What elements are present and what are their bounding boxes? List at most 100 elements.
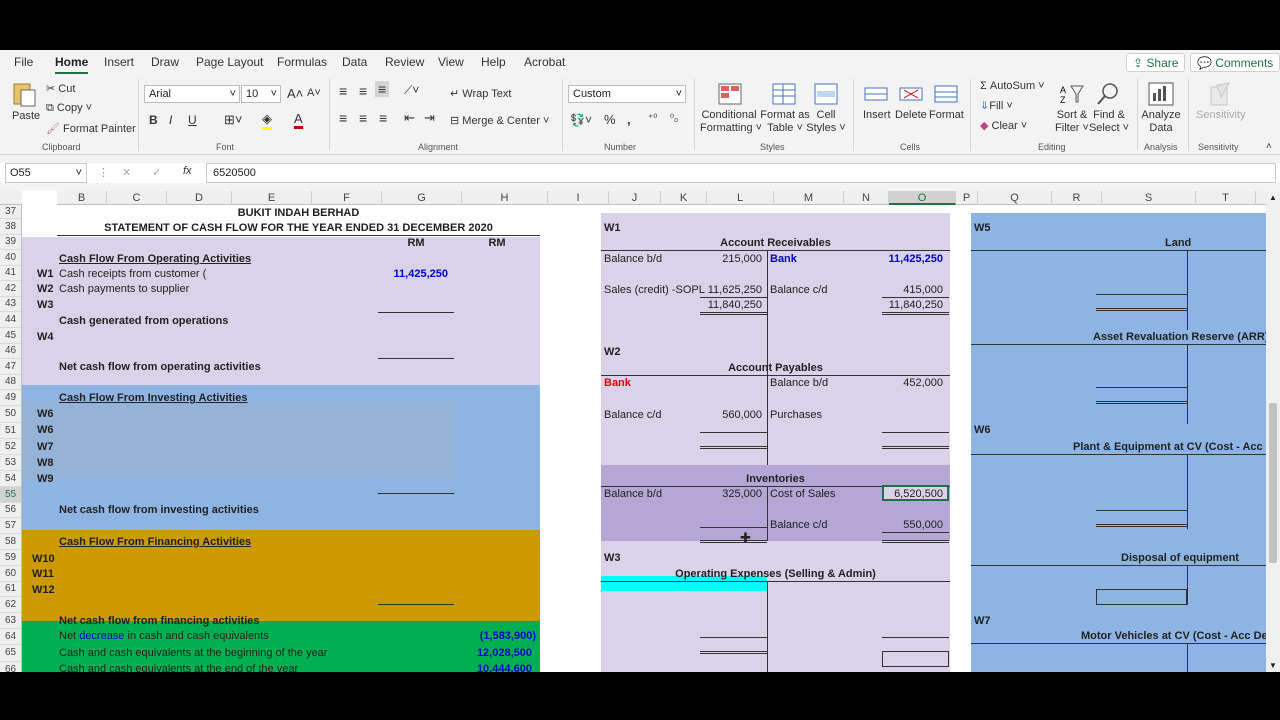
tab-file[interactable]: File <box>14 55 33 69</box>
row-header[interactable]: 37 <box>0 205 21 219</box>
cut-button[interactable]: ✂ Cut <box>46 82 75 95</box>
row-header[interactable]: 39 <box>0 235 21 250</box>
increase-indent-icon[interactable]: ⇥ <box>424 110 435 126</box>
row-header[interactable]: 62 <box>0 597 21 613</box>
column-header[interactable]: B <box>57 191 107 205</box>
row-header[interactable]: 50 <box>0 406 21 423</box>
column-header[interactable]: J <box>609 191 661 205</box>
cell-styles-button[interactable]: Cell Styles ˅ <box>806 109 846 135</box>
decrease-decimal-icon[interactable]: ⁰₀ <box>670 113 678 124</box>
font-size-select[interactable]: 10 ˅ <box>241 85 281 103</box>
cancel-icon[interactable]: ✕ <box>122 166 131 179</box>
row-header[interactable]: 53 <box>0 455 21 471</box>
row-header[interactable]: 51 <box>0 423 21 439</box>
format-cells-icon[interactable] <box>932 81 960 107</box>
column-header[interactable]: M <box>774 191 844 205</box>
decrease-indent-icon[interactable]: ⇤ <box>404 110 415 126</box>
row-header[interactable]: 38 <box>0 219 21 235</box>
column-header[interactable]: F <box>312 191 382 205</box>
scroll-up-icon[interactable]: ▲ <box>1269 193 1277 202</box>
column-header[interactable]: G <box>382 191 462 205</box>
row-header[interactable]: 55 <box>0 487 21 503</box>
increase-decimal-icon[interactable]: ⁺⁰ <box>648 113 657 124</box>
cell-styles-icon[interactable] <box>812 81 840 107</box>
delete-cells-icon[interactable] <box>897 81 925 107</box>
column-header[interactable]: K <box>661 191 707 205</box>
fill-button[interactable]: ⇓Fill ˅ <box>980 99 1013 112</box>
column-header[interactable]: P <box>956 191 978 205</box>
wrap-text-button[interactable]: ↵ Wrap Text <box>450 87 511 100</box>
tab-insert[interactable]: Insert <box>104 55 134 69</box>
underline-icon[interactable]: U <box>188 113 197 127</box>
accounting-format-icon[interactable]: 💱˅ <box>570 113 592 127</box>
formula-input[interactable]: 6520500 <box>206 163 1276 183</box>
vertical-scrollbar[interactable]: ▲ ▼ <box>1266 191 1280 672</box>
row-header[interactable]: 57 <box>0 518 21 534</box>
find-select-button[interactable]: Find & Select ˅ <box>1088 109 1130 135</box>
sort-filter-button[interactable]: Sort & Filter ˅ <box>1052 109 1092 135</box>
row-header[interactable]: 58 <box>0 534 21 550</box>
row-header[interactable]: 65 <box>0 645 21 662</box>
bold-icon[interactable]: B <box>149 113 158 127</box>
row-header[interactable]: 59 <box>0 550 21 566</box>
column-header[interactable]: E <box>232 191 312 205</box>
comma-style-icon[interactable]: , <box>627 112 631 127</box>
tab-review[interactable]: Review <box>385 55 424 69</box>
row-header[interactable]: 43 <box>0 297 21 312</box>
sort-filter-icon[interactable]: AZ <box>1058 81 1086 107</box>
insert-cells-icon[interactable] <box>862 81 890 107</box>
row-header[interactable]: 52 <box>0 439 21 455</box>
number-format-select[interactable]: Custom ˅ <box>568 85 686 103</box>
increase-font-icon[interactable]: A˄ <box>287 86 303 101</box>
column-header[interactable]: S <box>1102 191 1196 205</box>
orientation-icon[interactable]: ⟋˅ <box>404 83 419 98</box>
paste-icon[interactable] <box>10 80 38 108</box>
column-header[interactable]: T <box>1196 191 1256 205</box>
align-top-icon[interactable]: ≡ <box>339 83 347 99</box>
tab-data[interactable]: Data <box>342 55 367 69</box>
column-header[interactable]: N <box>844 191 889 205</box>
tab-formulas[interactable]: Formulas <box>277 55 327 69</box>
format-painter-button[interactable]: 🖌 Format Painter <box>46 122 136 135</box>
find-select-icon[interactable] <box>1094 81 1122 107</box>
tab-acrobat[interactable]: Acrobat <box>524 55 565 69</box>
format-as-table-button[interactable]: Format as Table ˅ <box>760 109 810 135</box>
format-as-table-icon[interactable] <box>770 81 798 107</box>
conditional-formatting-button[interactable]: Conditional Formatting ˅ <box>700 109 762 135</box>
column-header[interactable]: I <box>548 191 609 205</box>
column-header[interactable]: H <box>462 191 548 205</box>
percent-icon[interactable]: % <box>604 112 616 127</box>
row-header[interactable]: 61 <box>0 582 21 597</box>
column-header[interactable]: L <box>707 191 774 205</box>
row-header[interactable]: 46 <box>0 344 21 359</box>
row-header[interactable]: 60 <box>0 566 21 582</box>
share-button[interactable]: ⇪ Share <box>1126 53 1186 72</box>
format-cells-button[interactable]: Format <box>929 109 964 121</box>
italic-icon[interactable]: I <box>169 113 172 127</box>
analyze-data-button[interactable]: Analyze Data <box>1140 109 1182 135</box>
tab-view[interactable]: View <box>438 55 464 69</box>
row-header[interactable]: 64 <box>0 629 21 645</box>
enter-icon[interactable]: ✓ <box>152 166 161 179</box>
row-header[interactable]: 47 <box>0 359 21 375</box>
fill-color-icon[interactable]: ◈ <box>262 111 272 130</box>
align-bottom-icon[interactable]: ≡ <box>375 81 390 97</box>
column-header[interactable]: R <box>1052 191 1102 205</box>
row-header[interactable]: 66 <box>0 662 21 672</box>
align-left-icon[interactable]: ≡ <box>339 110 347 126</box>
font-name-select[interactable]: Arial ˅ <box>144 85 240 103</box>
row-header[interactable]: 63 <box>0 613 21 629</box>
clear-button[interactable]: ◆ Clear ˅ <box>980 119 1027 132</box>
insert-cells-button[interactable]: Insert <box>863 109 891 121</box>
collapse-ribbon-icon[interactable]: ˄ <box>1266 141 1272 152</box>
row-header[interactable]: 56 <box>0 503 21 518</box>
row-header[interactable]: 41 <box>0 266 21 281</box>
row-header[interactable]: 42 <box>0 281 21 297</box>
paste-button[interactable]: Paste <box>12 110 40 122</box>
name-box[interactable]: O55 ˅ <box>5 163 87 183</box>
autosum-button[interactable]: Σ AutoSum ˅ <box>980 80 1045 92</box>
borders-icon[interactable]: ⊞˅ <box>224 112 242 128</box>
tab-draw[interactable]: Draw <box>151 55 179 69</box>
scroll-down-icon[interactable]: ▼ <box>1269 661 1277 670</box>
tab-home[interactable]: Home <box>55 55 89 74</box>
